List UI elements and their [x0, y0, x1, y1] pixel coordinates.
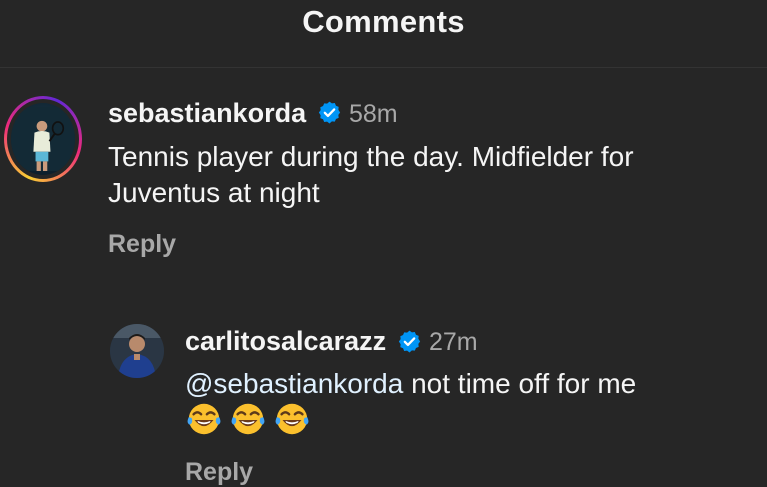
comment-text-line: Juventus at night [108, 177, 320, 208]
comment-text: @sebastiankorda not time off for me [185, 366, 636, 402]
comment-text-line: Tennis player during the day. Midfielder… [108, 141, 634, 172]
emoji-row [185, 400, 311, 438]
reply-button[interactable]: Reply [185, 458, 253, 487]
face-with-tears-of-joy-icon [275, 403, 309, 435]
comments-header: Comments [0, 0, 767, 68]
verified-badge-icon [318, 101, 341, 124]
comment-timestamp: 58m [349, 100, 398, 128]
reply-button[interactable]: Reply [108, 230, 176, 259]
avatar-story-ring[interactable] [4, 96, 82, 182]
avatar [11, 103, 75, 175]
page-title: Comments [302, 4, 465, 39]
verified-badge-icon [398, 330, 421, 353]
face-with-tears-of-joy-icon [231, 403, 265, 435]
comment-text: Tennis player during the day. Midfielder… [108, 139, 634, 211]
comment-username[interactable]: sebastiankorda [108, 98, 306, 129]
mention-link[interactable]: @sebastiankorda [185, 368, 403, 399]
comment-username[interactable]: carlitosalcarazz [185, 326, 386, 357]
comment-timestamp: 27m [429, 328, 478, 356]
comment-text-rest: not time off for me [403, 368, 637, 399]
face-with-tears-of-joy-icon [187, 403, 221, 435]
avatar[interactable] [110, 324, 164, 378]
